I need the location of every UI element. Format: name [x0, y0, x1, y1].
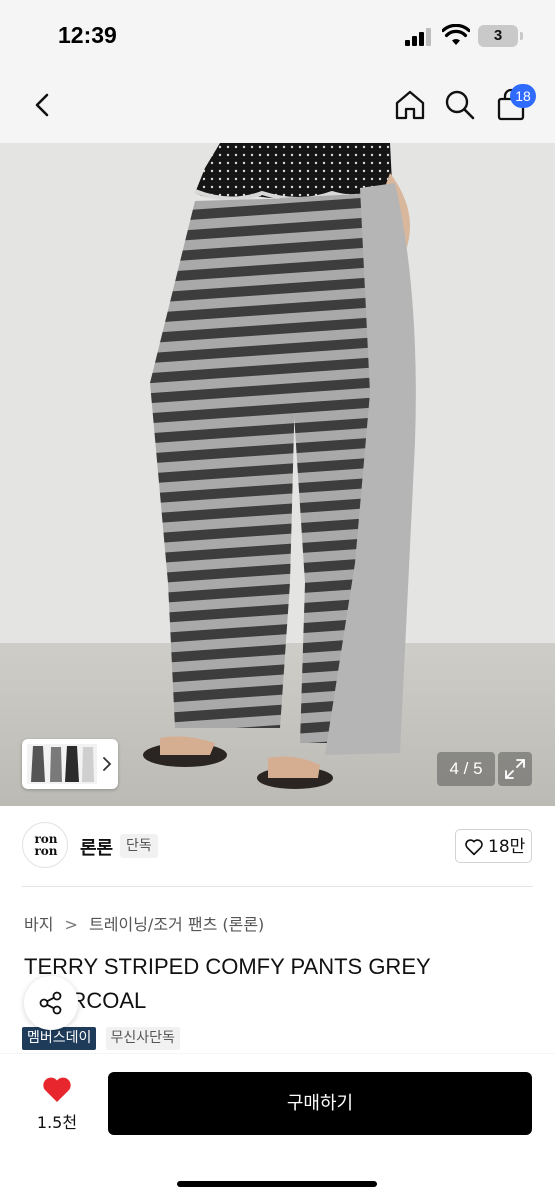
status-bar: 12:39 3: [0, 0, 555, 70]
share-button[interactable]: [24, 976, 78, 1030]
buy-button[interactable]: 구매하기: [108, 1072, 532, 1135]
cellular-signal-icon: [405, 28, 431, 46]
heart-filled-icon[interactable]: [41, 1074, 73, 1104]
top-nav-bar: 18: [0, 70, 555, 143]
product-like-count: 1.5천: [36, 1113, 78, 1132]
brand-logo[interactable]: ron ron: [22, 822, 68, 868]
thumbnail-images: [27, 744, 97, 784]
product-title: TERRY STRIPED COMFY PANTS GREY CHARCOAL: [24, 954, 431, 1013]
breadcrumb-category[interactable]: 바지: [24, 915, 53, 934]
expand-image-button[interactable]: [498, 752, 532, 786]
back-arrow-icon[interactable]: [26, 88, 60, 122]
home-indicator: [177, 1181, 377, 1187]
product-photo: [0, 143, 555, 806]
brand-like-button[interactable]: 18만: [455, 829, 532, 863]
divider: [22, 886, 533, 887]
status-time: 12:39: [58, 22, 117, 48]
breadcrumb: 바지 > 트레이닝/조거 팬츠 (론론): [24, 911, 264, 935]
brand-exclusive-tag: 단독: [120, 834, 158, 858]
expand-icon: [505, 759, 525, 779]
image-page-counter: 4 / 5: [437, 752, 495, 786]
brand-name[interactable]: 론론: [80, 834, 113, 860]
home-icon[interactable]: [393, 88, 427, 122]
brand-like-count: 18만: [488, 837, 526, 857]
bottom-action-bar: 1.5천 구매하기: [0, 1054, 555, 1200]
thumbnail-carousel-button[interactable]: [22, 739, 118, 789]
chevron-right-icon: [103, 757, 112, 771]
breadcrumb-subcategory[interactable]: 트레이닝/조거 팬츠 (론론): [89, 915, 264, 934]
musinsa-exclusive-tag: 무신사단독: [105, 1027, 180, 1050]
share-icon: [39, 991, 62, 1015]
heart-outline-icon: [465, 839, 483, 856]
breadcrumb-separator: >: [64, 915, 78, 934]
battery-indicator: 3: [478, 25, 523, 47]
product-tags: 멤버스데이 무신사단독: [22, 1027, 184, 1051]
product-image-gallery[interactable]: 4 / 5: [0, 143, 555, 806]
search-icon[interactable]: [443, 88, 477, 122]
wifi-icon: [442, 24, 470, 45]
members-day-tag: 멤버스데이: [22, 1027, 97, 1050]
cart-count-badge: 18: [510, 84, 536, 108]
